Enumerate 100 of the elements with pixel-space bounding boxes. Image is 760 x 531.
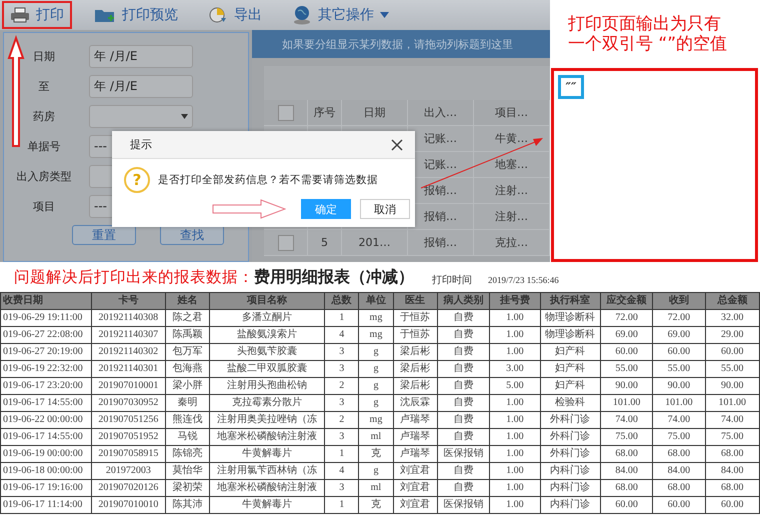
field-label: 出入房类型	[16, 168, 72, 184]
folder-icon	[94, 7, 116, 23]
column-header: 总金额	[705, 292, 760, 310]
toolbar-button[interactable]: 导出	[200, 1, 270, 29]
table-cell: mg	[358, 412, 394, 428]
toolbar-button[interactable]: 打印	[2, 1, 72, 29]
table-cell: 60.00	[600, 344, 653, 360]
table-cell: ml	[358, 480, 394, 496]
checkbox[interactable]	[278, 104, 294, 120]
dialog-message: 是否打印全部发药信息？若不需要请筛选数据	[158, 173, 378, 187]
table-cell: 注射用氯苄西林钠（冻	[210, 462, 325, 480]
table-cell: 包万军	[166, 344, 210, 360]
table-cell: 019-06-19 00:00:00	[0, 446, 92, 462]
table-cell: 201921140308	[91, 310, 166, 326]
table-cell: 刘宜君	[393, 462, 438, 480]
column-header: 收到	[652, 292, 706, 310]
table-cell: 72.00	[600, 310, 653, 326]
printer-icon	[10, 7, 30, 23]
table-cell: 注射用头孢曲松钠	[210, 378, 325, 394]
table-cell: 201921140307	[91, 326, 166, 344]
field-label: 单据号	[26, 138, 62, 154]
table-cell: 3	[324, 344, 359, 360]
table-cell: 68.00	[705, 480, 760, 496]
table-cell: 卢瑞琴	[393, 446, 438, 462]
table-cell: mg	[358, 326, 394, 344]
table-cell: 68.00	[600, 480, 653, 496]
table-cell: 101.00	[600, 394, 653, 412]
table-cell: 75.00	[600, 428, 653, 446]
table-cell: 卢瑞琴	[393, 428, 438, 446]
globe-icon	[292, 5, 312, 25]
table-cell: 自费	[437, 360, 490, 378]
table-cell: 注射用奥美拉唑钠（冻	[210, 412, 325, 428]
question-icon: ?	[124, 167, 150, 193]
table-cell: 201907010001	[91, 378, 166, 394]
column-header: 总数	[324, 292, 359, 310]
toolbar-button[interactable]: 其它操作	[284, 1, 397, 29]
column-header[interactable]: 日期	[342, 100, 408, 125]
column-header: 执行科室	[540, 292, 600, 310]
select-field[interactable]	[89, 104, 193, 128]
close-icon[interactable]	[391, 138, 403, 150]
table-cell: 内科门诊	[540, 480, 600, 496]
table-cell: 019-06-17 19:16:00	[0, 480, 92, 496]
table-cell: 69.00	[600, 326, 653, 344]
table-cell: 101.00	[652, 394, 706, 412]
form-button[interactable]: 查找	[160, 225, 224, 245]
column-header: 应交金额	[600, 292, 653, 310]
table-cell: 201907058915	[91, 446, 166, 462]
table-cell: 克	[358, 496, 394, 514]
table-cell: 注射…	[474, 204, 550, 229]
table-cell: 019-06-17 14:55:00	[0, 428, 92, 446]
form-button[interactable]: 重置	[72, 225, 136, 245]
table-cell: 妇产科	[540, 344, 600, 360]
table-cell: 陈其沛	[166, 496, 210, 514]
date-field[interactable]: 年 /月/E	[89, 74, 193, 98]
table-cell: 32.00	[705, 310, 760, 326]
table-cell: 60.00	[652, 496, 706, 514]
table-cell: 自费	[437, 310, 490, 326]
table-cell: 医保报销	[437, 496, 490, 514]
table-cell: 201972003	[91, 462, 166, 480]
table-cell: 陈禹颖	[166, 326, 210, 344]
checkbox[interactable]	[278, 234, 294, 250]
table-cell: 90.00	[600, 378, 653, 394]
table-cell: 75.00	[705, 428, 760, 446]
table-cell: 2	[324, 412, 359, 428]
dialog-button[interactable]: 取消	[360, 199, 410, 219]
table-cell: 019-06-22 00:00:00	[0, 412, 92, 428]
column-header: 姓名	[166, 292, 210, 310]
table-cell: 刘宜君	[393, 480, 438, 496]
column-header[interactable]: 出入…	[408, 100, 474, 125]
table-cell: 3	[324, 480, 359, 496]
table-cell: 1	[324, 496, 359, 514]
table-cell: 90.00	[705, 378, 760, 394]
column-header[interactable]: 序号	[308, 100, 342, 125]
table-cell: 妇产科	[540, 378, 600, 394]
table-cell: 外科门诊	[540, 428, 600, 446]
table-cell: 刘宜君	[393, 496, 438, 514]
table-cell: 沈辰霖	[393, 394, 438, 412]
date-field[interactable]: 年 /月/E	[89, 44, 193, 68]
table-cell: 201921140301	[91, 360, 166, 378]
table-cell: 注射…	[474, 178, 550, 203]
table-cell: 马锐	[166, 428, 210, 446]
table-cell: 包海燕	[166, 360, 210, 378]
dialog-button[interactable]: 确定	[301, 199, 351, 219]
table-cell: 4	[324, 326, 359, 344]
table-cell: 019-06-27 20:19:00	[0, 344, 92, 360]
table-cell: 自费	[437, 344, 490, 360]
column-header: 病人类别	[437, 292, 490, 310]
table-cell: 201…	[342, 230, 408, 255]
table-cell: 1.00	[490, 480, 540, 496]
table-cell: 201921140302	[91, 344, 166, 360]
table-cell: 莫怡华	[166, 462, 210, 480]
table-cell: 1.00	[490, 428, 540, 446]
table-cell: 2	[324, 378, 359, 394]
table-cell: 牛黄解毒片	[210, 446, 325, 462]
toolbar-button[interactable]: 打印预览	[86, 1, 186, 29]
table-cell: 医保报销	[437, 446, 490, 462]
table-cell: 019-06-18 00:00:00	[0, 462, 92, 480]
column-header[interactable]: 项目…	[474, 100, 550, 125]
table-cell: 自费	[437, 378, 490, 394]
print-time: 2019/7/23 15:56:46	[488, 275, 559, 285]
